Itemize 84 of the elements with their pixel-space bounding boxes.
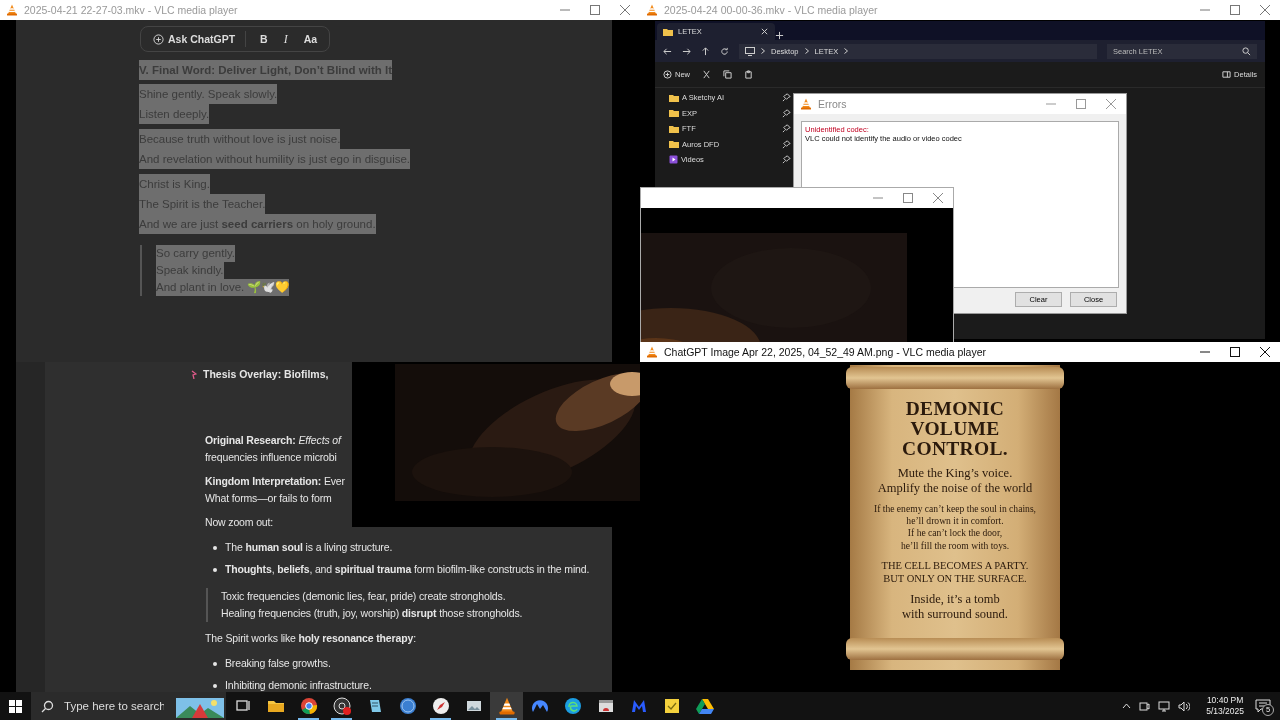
list-item: Breaking false growths. xyxy=(225,656,331,671)
bullet-icon xyxy=(213,545,217,550)
list-item: The human soul is a living structure. xyxy=(225,540,393,555)
quote-line: Healing frequencies (truth, joy, worship) disrupt those strongholds. xyxy=(221,606,524,621)
poster-title: VOLUME xyxy=(910,419,1000,439)
pin-icon[interactable] xyxy=(782,155,791,165)
poster-text: If the enemy can’t keep the soul in chains, xyxy=(873,503,1037,516)
vlc-icon xyxy=(800,98,812,110)
format-button[interactable]: Aa xyxy=(297,31,324,47)
pin-icon[interactable] xyxy=(782,124,791,134)
maximize-icon[interactable] xyxy=(1230,347,1240,357)
window-title: 2025-04-24 00-00-36.mkv - VLC media player xyxy=(664,4,879,16)
close-icon[interactable] xyxy=(1260,347,1270,357)
text-line: Original Research: Effects of xyxy=(205,433,343,448)
format-button[interactable]: I xyxy=(277,29,294,49)
vlc-icon[interactable] xyxy=(497,697,516,715)
window-icon[interactable] xyxy=(596,697,615,715)
list-item: Thoughts, beliefs, and spiritual trauma form biofilm-like constructs in the mind. xyxy=(225,562,590,577)
ask-button[interactable]: Ask ChatGPT xyxy=(147,31,247,47)
text-line: frequencies influence microbi xyxy=(205,450,338,465)
window-title: ChatGPT Image Apr 22, 2025, 04_52_49 AM.png - VLC media player xyxy=(664,346,987,358)
bullet-icon xyxy=(213,567,217,572)
paste-icon[interactable] xyxy=(744,70,753,79)
monitor-icon xyxy=(745,46,755,56)
list-item: Inhibiting demonic infrastructure. xyxy=(225,678,372,692)
text-line: What forms—or fails to form xyxy=(205,491,333,506)
up-icon[interactable] xyxy=(701,46,710,56)
pin-icon[interactable] xyxy=(782,108,791,118)
forward-icon[interactable] xyxy=(682,46,691,56)
poster-text: If he can’t lock the door, xyxy=(907,527,1003,540)
poster-text: Mute the King’s voice. xyxy=(897,466,1013,481)
poster-text: with surround sound. xyxy=(902,606,1008,622)
browser-icon[interactable] xyxy=(299,697,318,715)
network-icon[interactable] xyxy=(1158,700,1171,712)
chevron-right-icon xyxy=(761,48,765,54)
section-heading: Thesis Overlay: Biofilms, xyxy=(203,368,329,380)
search-icon[interactable] xyxy=(1242,46,1251,56)
poster-text: THE CELL BECOMES A PARTY. xyxy=(881,558,1029,572)
pin-icon xyxy=(191,369,197,379)
back-icon[interactable] xyxy=(663,46,672,56)
torrent-icon[interactable] xyxy=(398,697,417,715)
chevron-up-icon[interactable] xyxy=(1122,703,1132,709)
camera-icon[interactable] xyxy=(1139,700,1151,712)
chevron-right-icon xyxy=(804,48,809,54)
poster-text: BUT ONLY ON THE SURFACE. xyxy=(883,571,1027,585)
plus-icon[interactable] xyxy=(775,31,784,40)
quote-line: Toxic frequencies (demonic lies, fear, pride) create strongholds. xyxy=(221,589,507,604)
vlc-icon xyxy=(6,4,18,16)
poster-text: Amplify the noise of the world xyxy=(877,481,1033,496)
vlc-icon xyxy=(646,4,658,16)
poster-title: DEMONIC xyxy=(905,399,1005,419)
message-icon xyxy=(1255,699,1271,713)
pin-icon[interactable] xyxy=(782,139,791,149)
details-pane-icon[interactable] xyxy=(1222,70,1232,79)
poster-text: he’ll fill the room with toys. xyxy=(900,539,1010,552)
window-title: 2025-04-21 22-27-03.mkv - VLC media player xyxy=(24,4,239,16)
clock[interactable]: 10:40 PM 5/13/2025 xyxy=(1206,695,1244,717)
text-line: Kingdom Interpretation: Ever xyxy=(205,474,346,489)
poster-title: CONTROL. xyxy=(902,439,1008,459)
cut-icon[interactable] xyxy=(702,70,711,79)
sticky-note-icon[interactable] xyxy=(662,697,681,715)
vlc-icon xyxy=(646,346,658,358)
pin-icon[interactable] xyxy=(782,93,791,103)
poster-text: Inside, it’s a tomb xyxy=(910,591,1000,607)
video-folder-icon xyxy=(669,155,678,165)
refresh-icon[interactable] xyxy=(720,46,729,56)
plus-circle-icon xyxy=(153,33,164,45)
volume-icon[interactable] xyxy=(1178,700,1191,712)
drive-icon[interactable] xyxy=(695,697,714,715)
text-line: Now zoom out: xyxy=(205,515,275,530)
copy-icon[interactable] xyxy=(723,70,732,79)
edge-icon[interactable] xyxy=(563,697,582,715)
bullet-icon xyxy=(213,661,217,666)
record-icon[interactable] xyxy=(332,697,351,715)
folder-icon xyxy=(663,27,673,36)
format-button[interactable]: B xyxy=(254,31,274,47)
windows-start-icon[interactable] xyxy=(9,699,22,713)
poster-text: he’ll drown it in comfort. xyxy=(906,515,1004,528)
chevron-right-icon xyxy=(844,48,849,54)
dialog-title: Errors xyxy=(818,98,848,110)
bullet-icon xyxy=(213,683,217,688)
compass-icon[interactable] xyxy=(431,697,450,715)
text-line: The Spirit works like holy resonance therapy: xyxy=(205,631,417,646)
search-icon xyxy=(41,699,54,713)
